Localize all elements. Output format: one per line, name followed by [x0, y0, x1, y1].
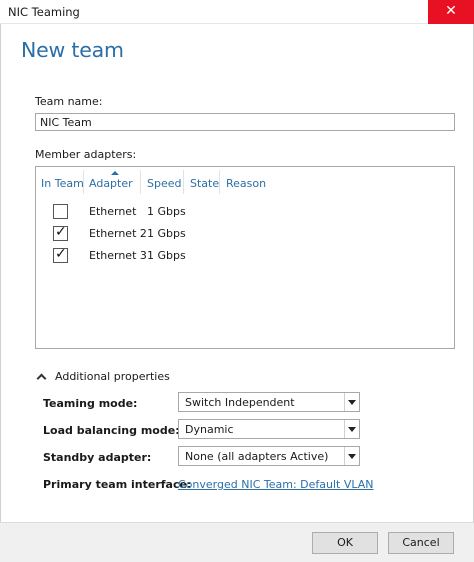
member-adapters-list[interactable]: In Team Adapter Speed State Reason Ether… [35, 166, 455, 349]
standby-adapter-value: None (all adapters Active) [185, 450, 329, 463]
standby-adapter-select[interactable]: None (all adapters Active) [178, 446, 360, 466]
chevron-down-icon[interactable] [344, 420, 359, 438]
adapter-name: Ethernet [89, 205, 137, 218]
column-reason[interactable]: Reason [226, 177, 266, 190]
team-name-label: Team name: [35, 95, 103, 108]
column-separator [183, 170, 184, 194]
title-bar: NIC Teaming ✕ [0, 0, 474, 24]
adapter-name: Ethernet 3 [89, 249, 147, 262]
adapter-name: Ethernet 2 [89, 227, 147, 240]
checkmark-icon: ✓ [55, 224, 67, 240]
additional-properties-label: Additional properties [55, 370, 170, 383]
column-speed[interactable]: Speed [147, 177, 181, 190]
in-team-checkbox[interactable]: ✓ [53, 224, 68, 241]
list-item[interactable]: ✓ Ethernet 2 1 Gbps [36, 223, 454, 245]
close-icon[interactable]: ✕ [428, 0, 474, 24]
list-item[interactable]: ✓ Ethernet 3 1 Gbps [36, 245, 454, 267]
adapter-speed: 1 Gbps [147, 249, 186, 262]
primary-team-interface-label: Primary team interface: [43, 478, 192, 491]
team-name-input[interactable] [35, 113, 455, 131]
dialog-footer: OK Cancel [0, 522, 474, 562]
column-separator [83, 170, 84, 194]
column-separator [140, 170, 141, 194]
page-title: New team [21, 38, 124, 62]
checkmark-icon: ✓ [55, 246, 67, 262]
standby-adapter-label: Standby adapter: [43, 451, 152, 464]
list-item[interactable]: Ethernet 1 Gbps [36, 201, 454, 223]
column-adapter[interactable]: Adapter [89, 177, 133, 190]
cancel-button[interactable]: Cancel [388, 532, 454, 554]
column-state[interactable]: State [190, 177, 219, 190]
teaming-mode-value: Switch Independent [185, 396, 295, 409]
chevron-down-icon[interactable] [344, 393, 359, 411]
adapter-speed: 1 Gbps [147, 205, 186, 218]
teaming-mode-select[interactable]: Switch Independent [178, 392, 360, 412]
load-balancing-mode-value: Dynamic [185, 423, 234, 436]
column-separator [219, 170, 220, 194]
window-border-left [0, 24, 1, 562]
member-adapters-label: Member adapters: [35, 148, 137, 161]
primary-team-interface-link[interactable]: Converged NIC Team: Default VLAN [178, 478, 374, 491]
chevron-down-icon[interactable] [344, 447, 359, 465]
list-header: In Team Adapter Speed State Reason [36, 167, 454, 198]
load-balancing-mode-label: Load balancing mode: [43, 424, 180, 437]
adapter-speed: 1 Gbps [147, 227, 186, 240]
sort-ascending-icon [111, 171, 119, 175]
ok-button[interactable]: OK [312, 532, 378, 554]
column-in-team[interactable]: In Team [41, 177, 84, 190]
in-team-checkbox[interactable] [53, 204, 68, 219]
window-title: NIC Teaming [8, 5, 80, 19]
chevron-up-icon [36, 373, 47, 384]
load-balancing-mode-select[interactable]: Dynamic [178, 419, 360, 439]
teaming-mode-label: Teaming mode: [43, 397, 138, 410]
in-team-checkbox[interactable]: ✓ [53, 246, 68, 263]
